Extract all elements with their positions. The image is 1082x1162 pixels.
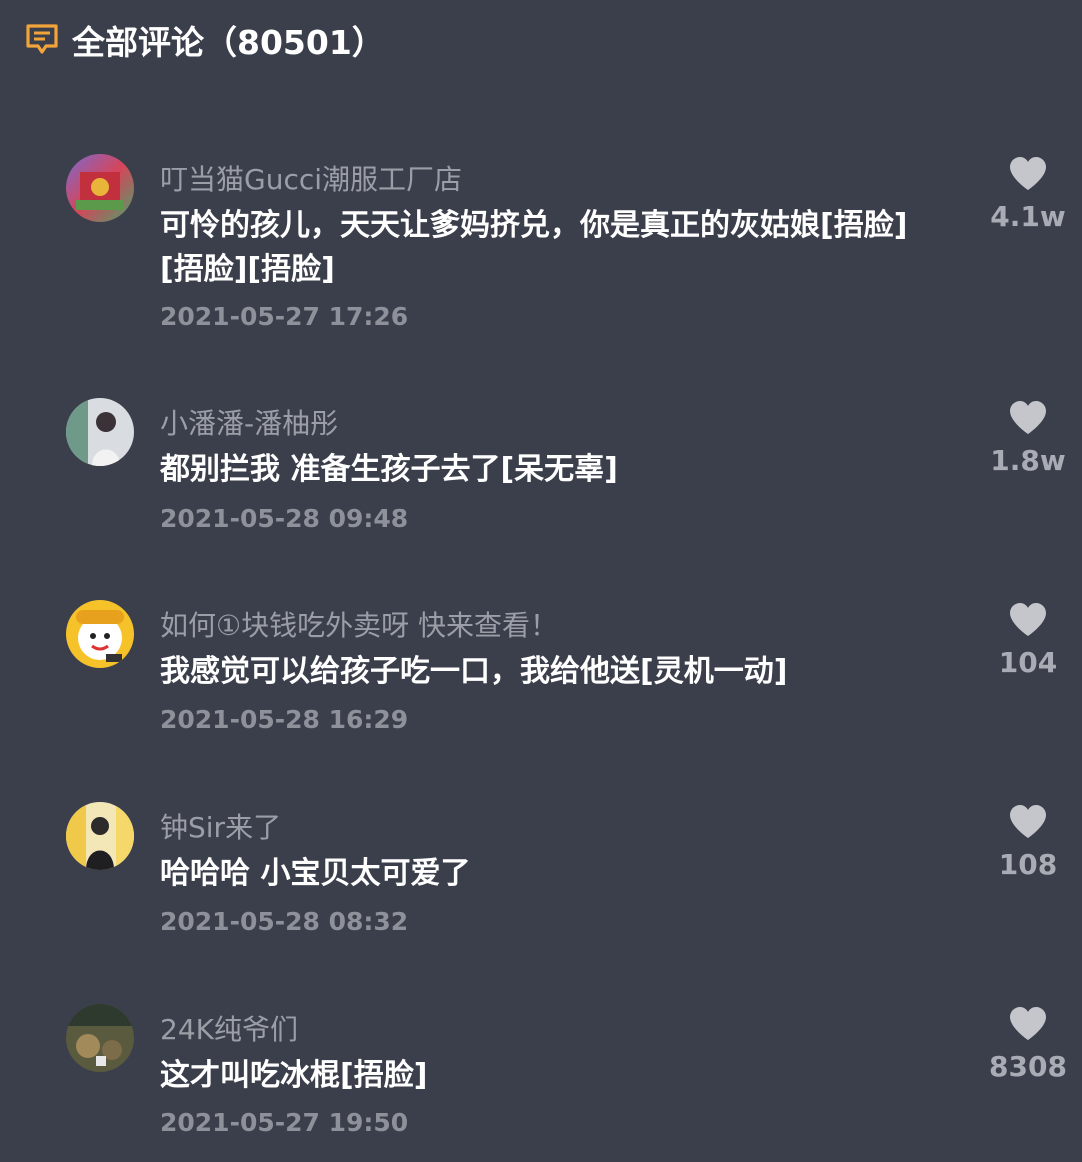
comment-icon (24, 22, 60, 58)
comment-username[interactable]: 24K纯爷们 (160, 1008, 298, 1048)
avatar[interactable] (66, 1004, 134, 1072)
like-button[interactable]: 8308 (980, 1006, 1076, 1083)
heart-icon (1010, 805, 1046, 838)
comment-username[interactable]: 小潘潘-潘柚彤 (160, 402, 338, 442)
comment-username[interactable]: 叮当猫Gucci潮服工厂店 (160, 158, 462, 198)
heart-icon (1010, 157, 1046, 190)
comments-header: 全部评论（80501） (24, 16, 385, 64)
comment-text: 哈哈哈 小宝贝太可爱了 (160, 856, 471, 891)
comment-timestamp: 2021-05-27 17:26 (160, 302, 409, 331)
avatar[interactable] (66, 802, 134, 870)
comment-username[interactable]: 钟Sir来了 (160, 806, 281, 846)
like-count: 8308 (989, 1050, 1067, 1083)
comment-timestamp: 2021-05-28 08:32 (160, 907, 409, 936)
comment-timestamp: 2021-05-28 16:29 (160, 705, 409, 734)
like-button[interactable]: 1.8w (980, 400, 1076, 477)
heart-icon (1010, 401, 1046, 434)
comment-username[interactable]: 如何①块钱吃外卖呀 快来查看！ (160, 604, 558, 644)
like-count: 104 (998, 646, 1058, 679)
like-button[interactable]: 108 (980, 804, 1076, 881)
heart-icon (1010, 1007, 1046, 1040)
comment-text: 我感觉可以给孩子吃一口，我给他送[灵机一动] (160, 654, 788, 689)
comment-timestamp: 2021-05-28 09:48 (160, 504, 409, 533)
avatar[interactable] (66, 600, 134, 668)
avatar[interactable] (66, 154, 134, 222)
comment-text: 可怜的孩儿，天天让爹妈挤兑，你是真正的灰姑娘[捂脸][捂脸][捂脸] (160, 208, 908, 287)
like-count: 108 (998, 848, 1058, 881)
comment-text: 这才叫吃冰棍[捂脸] (160, 1058, 428, 1093)
comment-text: 都别拦我 准备生孩子去了[呆无辜] (160, 452, 618, 487)
like-count: 1.8w (990, 444, 1066, 477)
avatar[interactable] (66, 398, 134, 466)
like-button[interactable]: 104 (980, 602, 1076, 679)
comment-timestamp: 2021-05-27 19:50 (160, 1108, 409, 1137)
page-title: 全部评论（80501） (72, 23, 385, 62)
heart-icon (1010, 603, 1046, 636)
like-button[interactable]: 4.1w (980, 156, 1076, 233)
like-count: 4.1w (990, 200, 1066, 233)
